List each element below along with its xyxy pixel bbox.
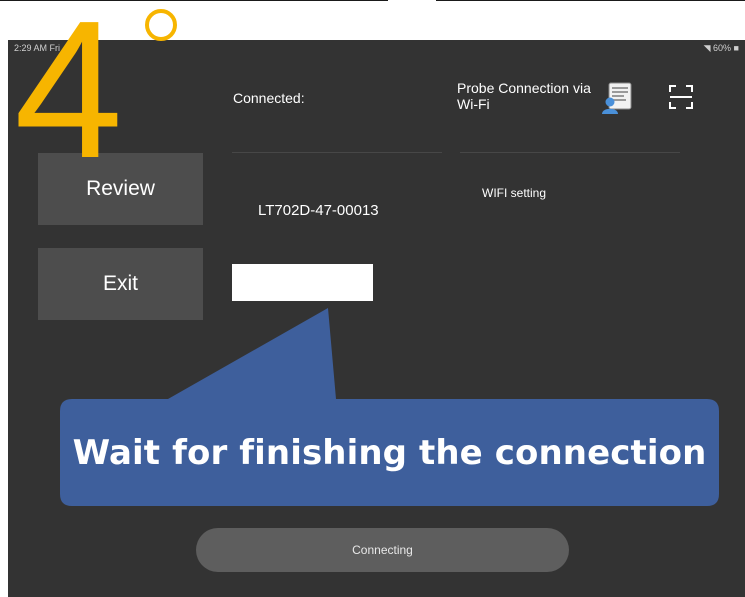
callout-text: Wait for finishing the connection: [72, 433, 707, 473]
degree-ring-icon: [145, 9, 177, 41]
step-number: 4: [14, 0, 124, 199]
